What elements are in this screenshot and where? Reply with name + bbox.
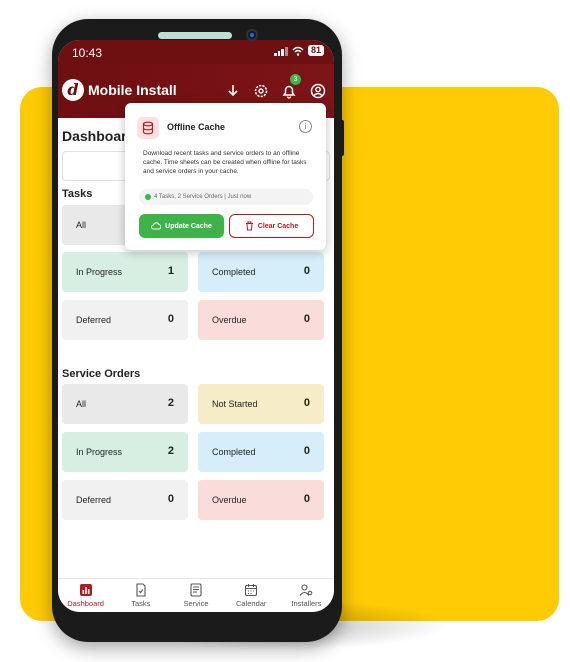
nav-label: Installers xyxy=(291,599,322,608)
card-label: Completed xyxy=(212,447,256,457)
popup-title: Offline Cache xyxy=(167,122,226,132)
card-label: Completed xyxy=(212,267,256,277)
status-bar: 10:43 81 xyxy=(58,40,334,64)
card-count: 0 xyxy=(167,493,174,505)
card-label: Overdue xyxy=(212,495,247,505)
so-card-not-started[interactable]: Not Started 0 xyxy=(198,384,324,424)
card-label: Deferred xyxy=(76,495,112,505)
tasks-card-completed[interactable]: Completed 0 xyxy=(198,252,324,292)
nav-label: Service xyxy=(183,599,209,608)
update-cache-label: Update Cache xyxy=(165,222,212,230)
tasks-section-title: Tasks xyxy=(62,188,93,200)
dynamic-island xyxy=(158,32,232,39)
card-count: 2 xyxy=(167,445,174,457)
tasks-card-in-progress[interactable]: In Progress 1 xyxy=(62,252,188,292)
cache-status-text: 4 Tasks, 2 Service Orders | Just now xyxy=(154,194,252,200)
card-label: Deferred xyxy=(76,315,112,325)
card-count: 0 xyxy=(303,493,310,505)
popup-description: Download recent tasks and service orders… xyxy=(143,150,307,175)
update-cache-button[interactable]: Update Cache xyxy=(139,214,224,238)
nav-service[interactable]: Service xyxy=(168,579,223,612)
cache-status: 4 Tasks, 2 Service Orders | Just now xyxy=(139,189,313,205)
so-card-overdue[interactable]: Overdue 0 xyxy=(198,480,324,520)
offline-cache-popup: Offline Cache i Download recent tasks an… xyxy=(125,103,326,250)
gear-icon[interactable] xyxy=(252,82,270,100)
clear-cache-button[interactable]: Clear Cache xyxy=(229,214,314,238)
app-logo: d xyxy=(62,79,84,101)
card-label: In Progress xyxy=(76,267,123,277)
tasks-card-deferred[interactable]: Deferred 0 xyxy=(62,300,188,340)
tasks-card-overdue[interactable]: Overdue 0 xyxy=(198,300,324,340)
status-icons: 81 xyxy=(273,45,324,56)
notification-badge: 3 xyxy=(290,74,301,85)
clear-cache-label: Clear Cache xyxy=(257,222,299,230)
nav-label: Tasks xyxy=(131,599,151,608)
bottom-nav: Dashboard Tasks Service Calendar Install… xyxy=(58,578,334,612)
info-icon[interactable]: i xyxy=(299,120,312,133)
service-icon xyxy=(190,583,202,597)
so-card-all[interactable]: All 2 xyxy=(62,384,188,424)
task-icon xyxy=(136,583,146,597)
nav-dashboard[interactable]: Dashboard xyxy=(58,579,113,612)
signal-icon xyxy=(273,46,288,56)
card-count: 0 xyxy=(303,397,310,409)
camera-icon xyxy=(246,29,258,41)
phone-side-button xyxy=(340,120,344,156)
card-label: Not Started xyxy=(212,399,258,409)
nav-label: Dashboard xyxy=(67,599,104,608)
download-icon[interactable] xyxy=(224,82,242,100)
card-label: All xyxy=(76,399,87,409)
nav-calendar[interactable]: Calendar xyxy=(224,579,279,612)
account-icon[interactable] xyxy=(309,82,327,100)
card-label: All xyxy=(76,220,87,230)
database-icon xyxy=(137,117,159,139)
card-label: In Progress xyxy=(76,447,123,457)
card-count: 0 xyxy=(303,445,310,457)
status-dot-icon xyxy=(145,194,151,200)
card-count: 0 xyxy=(303,265,310,277)
so-card-completed[interactable]: Completed 0 xyxy=(198,432,324,472)
status-time: 10:43 xyxy=(72,46,103,60)
card-count: 1 xyxy=(167,265,174,277)
so-card-deferred[interactable]: Deferred 0 xyxy=(62,480,188,520)
nav-tasks[interactable]: Tasks xyxy=(113,579,168,612)
chart-icon xyxy=(79,584,92,596)
installers-icon xyxy=(299,584,313,596)
battery-icon: 81 xyxy=(307,45,324,56)
cloud-icon xyxy=(151,222,162,230)
wifi-icon xyxy=(292,46,304,56)
nav-installers[interactable]: Installers xyxy=(279,579,334,612)
card-count: 0 xyxy=(303,313,310,325)
card-label: Overdue xyxy=(212,315,247,325)
card-count: 2 xyxy=(167,397,174,409)
card-count: 0 xyxy=(167,313,174,325)
so-card-in-progress[interactable]: In Progress 2 xyxy=(62,432,188,472)
app-title: Mobile Install xyxy=(88,82,177,98)
service-orders-section-title: Service Orders xyxy=(62,368,141,380)
trash-icon xyxy=(245,221,253,231)
nav-label: Calendar xyxy=(235,599,267,608)
calendar-icon xyxy=(245,584,258,597)
